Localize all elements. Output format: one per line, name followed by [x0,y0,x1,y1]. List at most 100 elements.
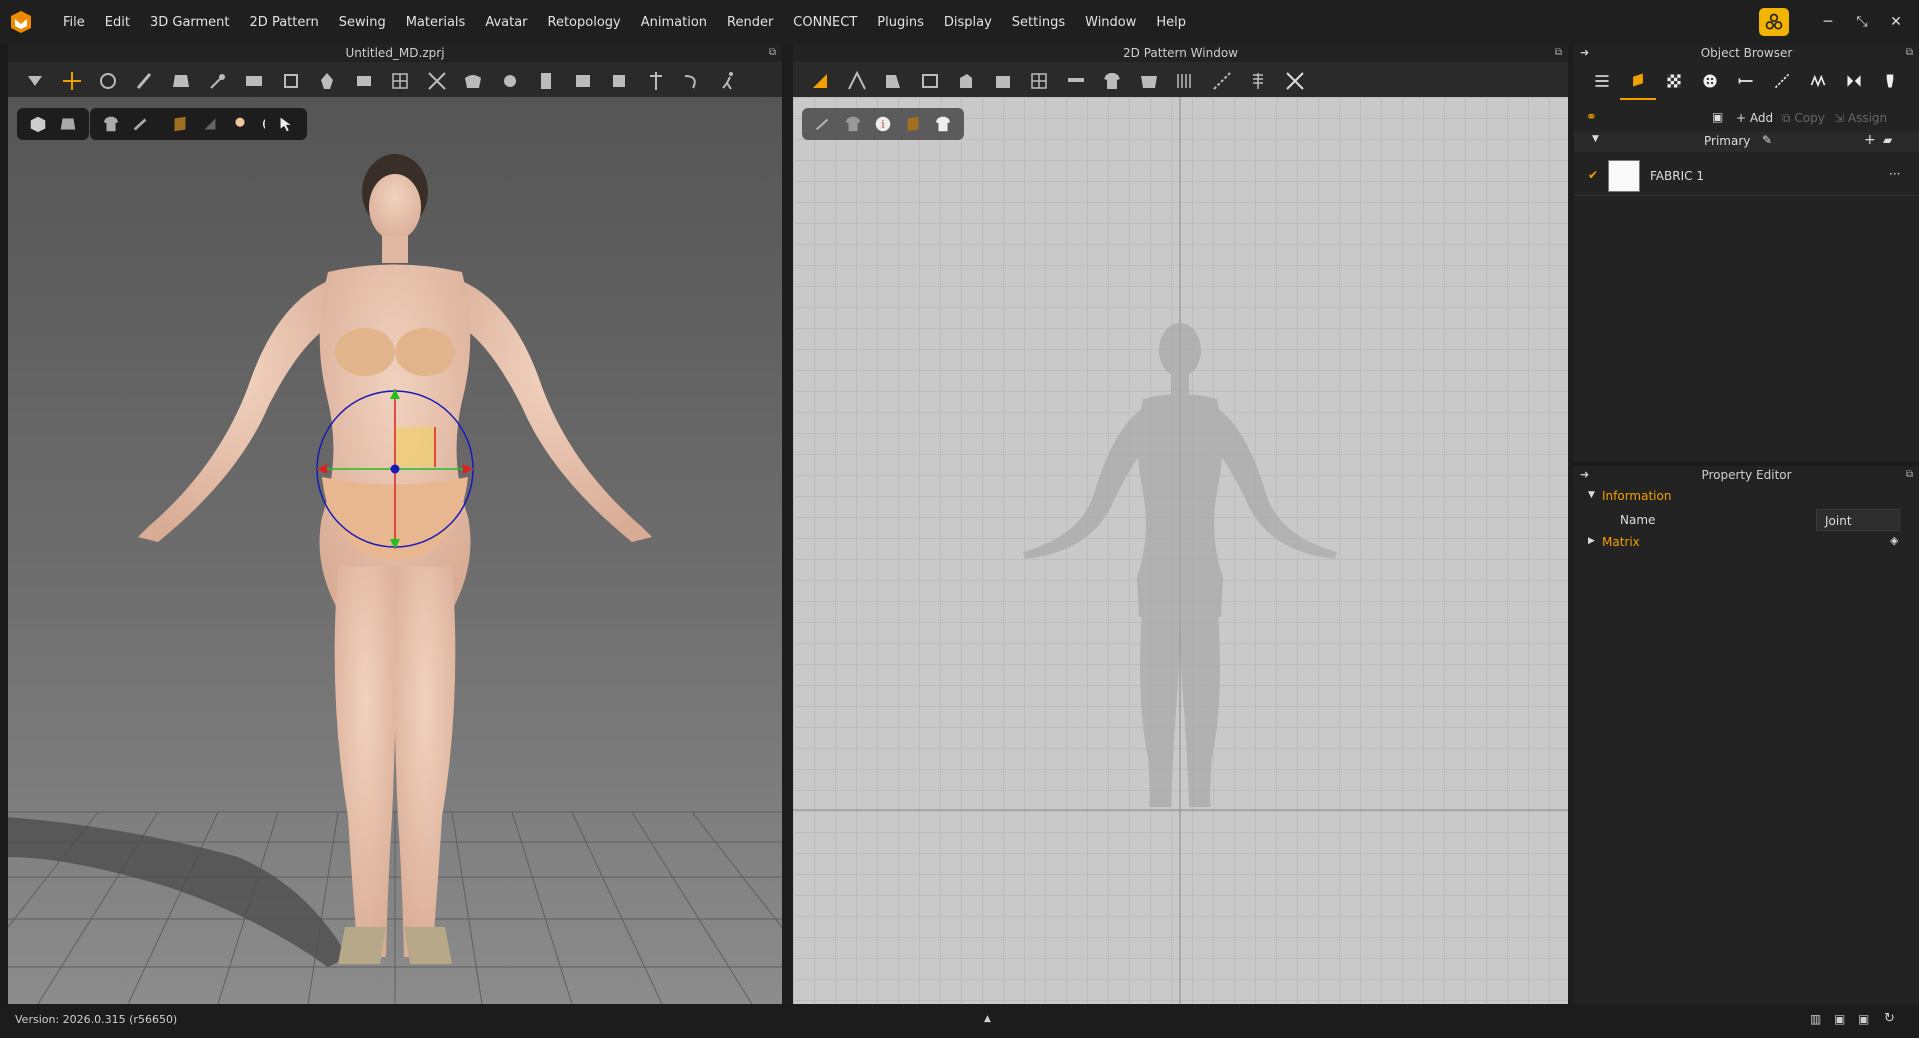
copy-button[interactable]: ⧉ Copy [1782,111,1825,126]
grid-edit-icon[interactable] [389,70,411,92]
expand-bottom-icon[interactable]: ▲ [984,1014,991,1024]
tab-scene-list-icon[interactable] [1584,62,1620,100]
tab-button-icon[interactable] [1692,62,1728,100]
fabric-list-item[interactable]: ✔ FABRIC 1 ··· [1574,156,1919,196]
menu-materials[interactable]: Materials [396,15,476,30]
rectangle-icon[interactable] [919,70,941,92]
menu-display[interactable]: Display [934,15,1002,30]
avatar-link-icon[interactable]: ⚭ [1586,110,1597,125]
fold-icon[interactable] [243,70,265,92]
menu-plugins[interactable]: Plugins [867,15,934,30]
avatar-tool-icon[interactable] [316,70,338,92]
rename-icon[interactable]: ✎ [1762,133,1772,147]
tab-zipper-icon[interactable] [1836,62,1872,100]
dock-icon[interactable]: ⧉ [769,44,776,62]
menu-render[interactable]: Render [717,15,783,30]
refresh-icon[interactable]: ↻ [1884,1011,1895,1026]
add-item-icon[interactable]: + [1864,132,1876,148]
menu-edit[interactable]: Edit [95,15,140,30]
walk-pose-icon[interactable] [718,70,740,92]
collapse-arrow-icon[interactable]: ➜ [1580,44,1589,62]
menu-3d-garment[interactable]: 3D Garment [140,15,240,30]
shrink-icon[interactable] [353,70,375,92]
2d-viewport[interactable]: i [793,97,1568,1004]
zipper-icon[interactable] [572,70,594,92]
view-3d-only-icon[interactable]: ▣ [1834,1012,1845,1026]
view-2d-only-icon[interactable]: ▣ [1858,1012,1869,1026]
minimize-button[interactable]: ─ [1817,14,1839,30]
grid-2d-icon[interactable] [1028,70,1050,92]
tab-trim-icon[interactable] [1872,62,1908,100]
restore-button[interactable]: ⤡ [1851,14,1873,30]
information-section-header[interactable]: ▼ Information [1574,488,1919,506]
garment-2d-icon[interactable] [1101,70,1123,92]
expand-triangle-icon[interactable]: ▼ [1588,490,1595,500]
measure-icon[interactable] [608,70,630,92]
fold-2d-icon[interactable] [1065,70,1087,92]
fit-icon[interactable] [426,70,448,92]
menu-settings[interactable]: Settings [1002,15,1075,30]
transform-gizmo[interactable] [316,389,474,549]
tab-graphic-icon[interactable] [1656,62,1692,100]
unsew-icon[interactable] [1284,70,1306,92]
3d-viewport[interactable] [8,97,782,1004]
name-field[interactable]: Joint [1816,509,1900,531]
avatar-shadow [8,817,348,967]
menu-connect[interactable]: CONNECT [783,15,867,30]
move-gizmo-icon[interactable] [61,70,83,92]
assign-button[interactable]: ⇲ Assign [1834,111,1887,125]
menu-avatar[interactable]: Avatar [475,15,537,30]
dock-icon[interactable]: ⧉ [1555,44,1562,62]
dock-icon[interactable]: ⧉ [1906,44,1913,62]
garment-select-icon[interactable] [170,70,192,92]
keyframe-diamond-icon[interactable]: ◈ [1890,534,1898,547]
tab-topstitch-icon[interactable] [1764,62,1800,100]
primary-group-row[interactable]: ▼ Primary ✎ + ▰ [1574,132,1919,152]
internal-shape-icon[interactable] [955,70,977,92]
tab-puckering-icon[interactable] [1800,62,1836,100]
drop-arrow-icon[interactable] [24,70,46,92]
menu-animation[interactable]: Animation [631,15,717,30]
menu-retopology[interactable]: Retopology [538,15,631,30]
tab-fabric-icon[interactable] [1620,62,1656,100]
button-tool-icon[interactable] [535,70,557,92]
menu-file[interactable]: File [53,15,95,30]
viewport-divider[interactable] [782,44,793,1004]
menu-help[interactable]: Help [1146,15,1196,30]
pin-icon[interactable] [207,70,229,92]
sew-check-icon[interactable] [1138,70,1160,92]
dart-icon[interactable] [992,70,1014,92]
capture-icon[interactable]: ▣ [1712,110,1723,124]
close-button[interactable]: ✕ [1885,14,1907,30]
tuck-icon[interactable] [280,70,302,92]
menu-window[interactable]: Window [1075,15,1146,30]
rotate-icon[interactable] [97,70,119,92]
curve-icon[interactable] [681,70,703,92]
matrix-section-header[interactable]: ▶ Matrix ◈ [1574,534,1919,552]
tab-buttonhole-icon[interactable] [1728,62,1764,100]
3d-toolbar [8,62,782,100]
transform-pattern-icon[interactable] [809,70,831,92]
check-icon[interactable]: ✔ [1588,168,1598,182]
menu-sewing[interactable]: Sewing [329,15,396,30]
group-expand-icon[interactable]: ▼ [1592,134,1599,144]
menu-2d-pattern[interactable]: 2D Pattern [240,15,329,30]
elastic-icon[interactable] [1247,70,1269,92]
segment-sewing-icon[interactable] [1211,70,1233,92]
polygon-icon[interactable] [882,70,904,92]
dock-icon[interactable]: ⧉ [1906,466,1913,484]
collapsed-triangle-icon[interactable]: ▶ [1588,536,1595,546]
add-button[interactable]: + Add [1736,111,1773,125]
folder-icon[interactable]: ▰ [1883,133,1892,147]
fabric-drape-icon[interactable] [462,70,484,92]
connect-icon[interactable] [1759,8,1789,36]
edit-point-icon[interactable] [846,70,868,92]
more-options-icon[interactable]: ··· [1889,167,1900,181]
layout-split-icon[interactable]: ▥ [1810,1012,1821,1026]
brush-icon[interactable] [134,70,156,92]
app-logo-icon[interactable] [9,10,33,34]
pleat-icon[interactable] [1174,70,1196,92]
tape-icon[interactable] [645,70,667,92]
collapse-arrow-icon[interactable]: ➜ [1580,466,1589,484]
trim-icon[interactable] [499,70,521,92]
